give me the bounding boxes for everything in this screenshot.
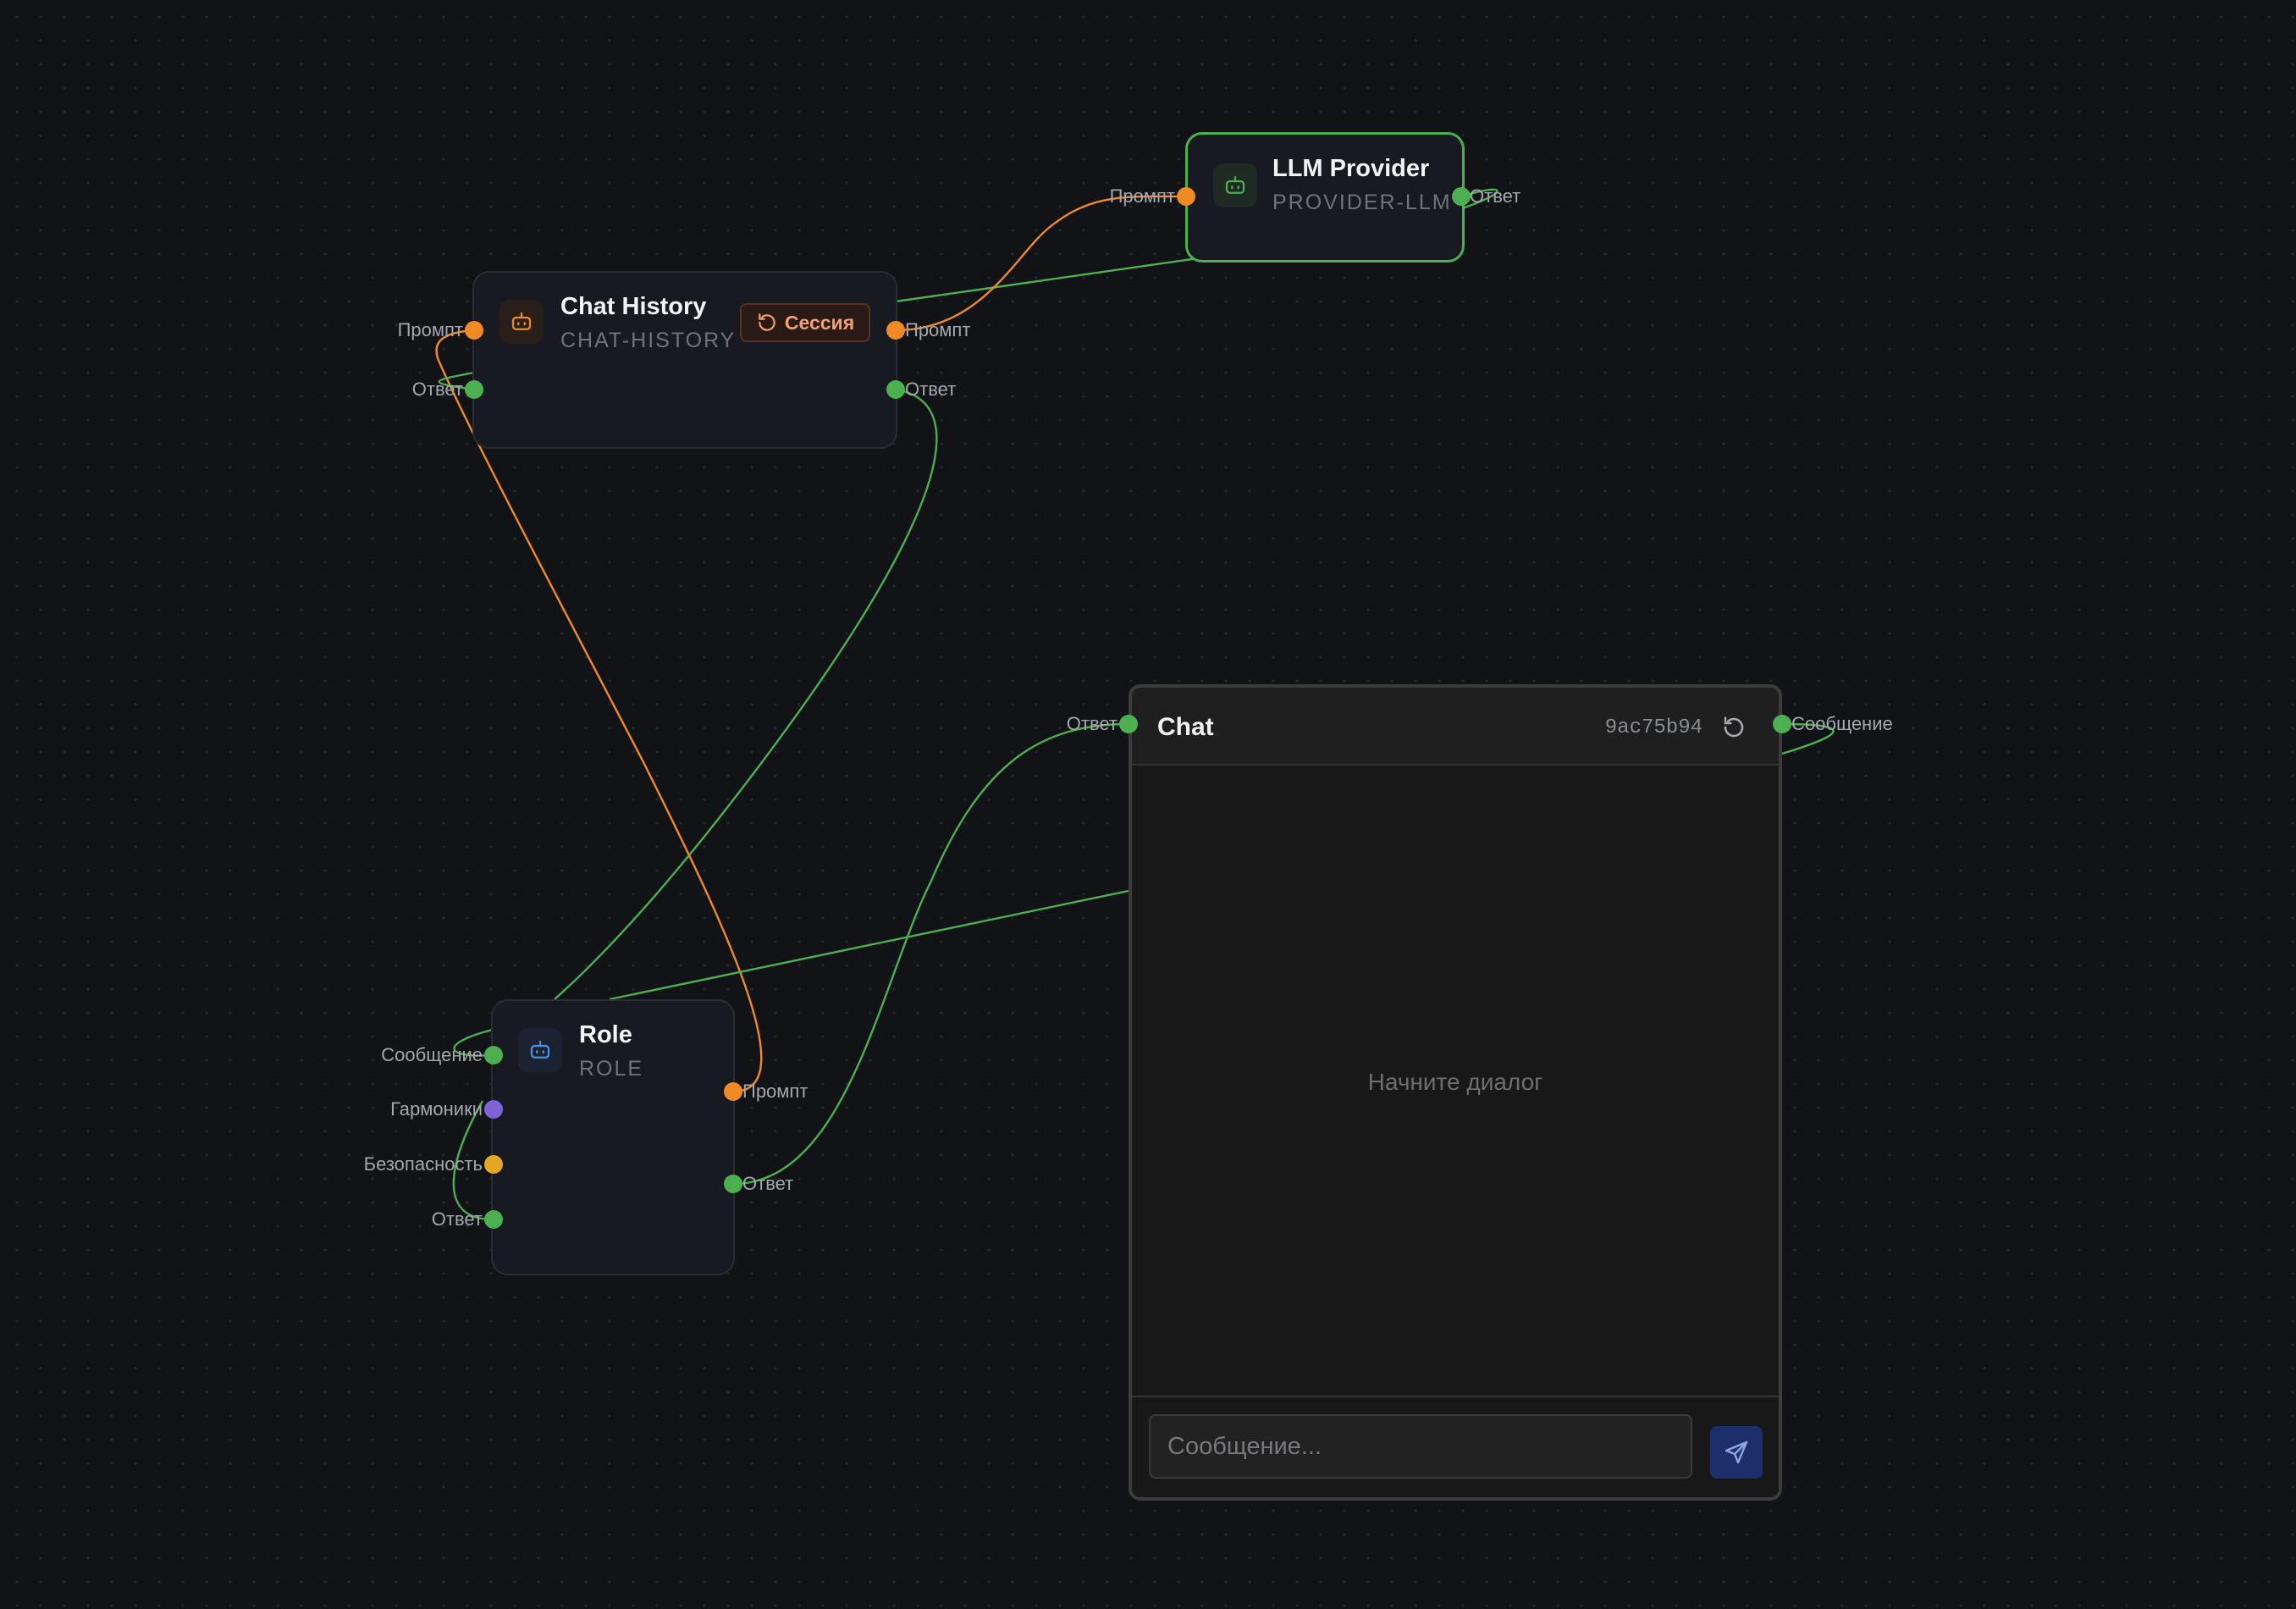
chat-header: Chat 9ac75b94	[1132, 688, 1779, 766]
chat-empty-state: Начните диалог	[1367, 1069, 1543, 1095]
wire-role-to-chat[interactable]	[609, 889, 1129, 1001]
send-icon	[1725, 1440, 1748, 1464]
session-id: 9ac75b94	[1604, 716, 1703, 739]
port-chat-out-message[interactable]	[1773, 715, 1791, 733]
port-chathistory-in-response[interactable]	[465, 380, 483, 399]
node-title: LLM Provider	[1272, 155, 1430, 182]
port-role-out-response[interactable]	[724, 1175, 742, 1193]
port-label: Ответ	[905, 379, 957, 400]
port-role-in-message[interactable]	[484, 1046, 503, 1064]
refresh-icon	[759, 313, 775, 331]
refresh-icon[interactable]	[1721, 715, 1747, 740]
port-label: Ответ	[742, 1173, 794, 1194]
port-role-in-response[interactable]	[484, 1210, 503, 1229]
session-button-label: Сессия	[784, 311, 855, 334]
port-label: Ответ	[1470, 185, 1521, 207]
port-llm-in-prompt[interactable]	[1177, 187, 1195, 206]
port-label: Промпт	[1109, 185, 1175, 207]
flow-canvas[interactable]: LLM Provider PROVIDER-LLM Промпт Ответ C…	[0, 0, 2296, 1609]
send-button[interactable]	[1710, 1426, 1763, 1479]
port-label: Сообщение	[1791, 713, 1893, 734]
port-chathistory-out-response[interactable]	[886, 380, 905, 399]
port-chat-in-response[interactable]	[1119, 715, 1138, 733]
bot-icon	[499, 300, 544, 344]
port-chathistory-in-prompt[interactable]	[465, 321, 483, 340]
node-type: ROLE	[579, 1057, 644, 1081]
node-llm-provider[interactable]: LLM Provider PROVIDER-LLM	[1185, 132, 1465, 263]
port-role-in-safety[interactable]	[484, 1155, 503, 1174]
node-type: PROVIDER-LLM	[1272, 191, 1452, 214]
wire-chathistory-response-to-role[interactable]	[554, 388, 938, 1000]
chat-footer	[1132, 1396, 1779, 1497]
node-chat-history[interactable]: Chat History CHAT-HISTORY	[472, 271, 897, 449]
port-llm-out-response[interactable]	[1452, 187, 1471, 206]
wire-role-response-to-chat-response[interactable]	[732, 722, 1129, 1186]
message-input[interactable]	[1149, 1414, 1692, 1479]
port-label: Промпт	[905, 319, 971, 340]
node-role[interactable]: Role ROLE	[491, 999, 735, 1275]
chat-title: Chat	[1157, 713, 1214, 741]
port-label: Сообщение	[381, 1044, 483, 1065]
port-label: Безопасность	[363, 1153, 483, 1175]
port-label: Ответ	[1066, 713, 1118, 734]
port-label: Промпт	[397, 319, 463, 340]
chat-node[interactable]: Chat 9ac75b94 Начните диалог	[1129, 684, 1782, 1501]
node-title: Chat History	[560, 293, 707, 320]
bot-icon	[518, 1028, 562, 1072]
node-title: Role	[579, 1021, 632, 1048]
port-chathistory-out-prompt[interactable]	[886, 321, 905, 340]
port-role-in-harmony[interactable]	[484, 1100, 503, 1119]
session-reset-button[interactable]: Сессия	[740, 303, 870, 342]
node-type: CHAT-HISTORY	[560, 329, 737, 352]
port-label: Промпт	[742, 1081, 809, 1102]
port-label: Гармоники	[390, 1098, 483, 1120]
port-label: Ответ	[431, 1208, 483, 1230]
port-label: Ответ	[411, 379, 463, 400]
wire-chathistory-prompt-to-llm-prompt[interactable]	[895, 195, 1187, 332]
bot-icon	[1213, 163, 1257, 207]
port-role-out-prompt[interactable]	[724, 1082, 742, 1101]
